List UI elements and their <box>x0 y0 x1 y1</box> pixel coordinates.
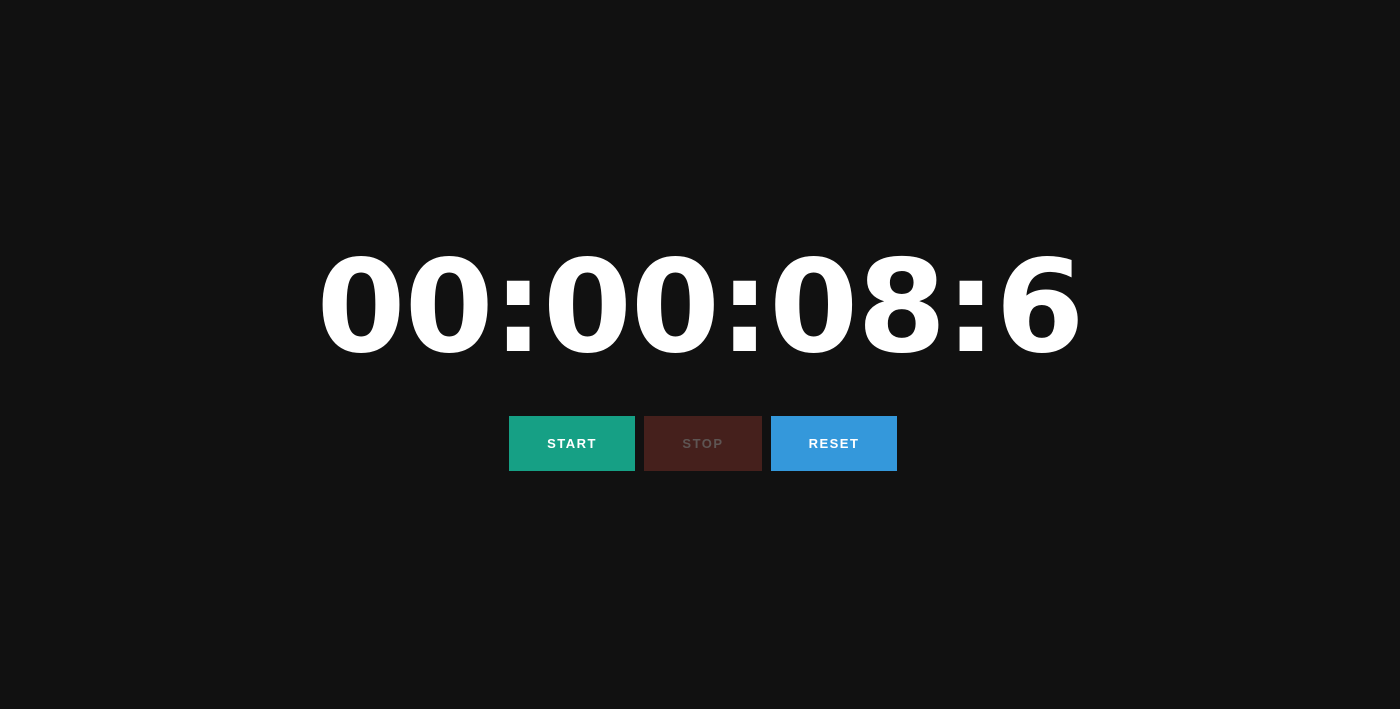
timer-controls: START STOP RESET <box>509 416 897 471</box>
stop-button[interactable]: STOP <box>644 416 762 471</box>
timer-display: 00:00:08:6 <box>316 233 1085 382</box>
stopwatch-app: 00:00:08:6 START STOP RESET <box>0 0 1400 709</box>
reset-button[interactable]: RESET <box>771 416 897 471</box>
start-button[interactable]: START <box>509 416 635 471</box>
